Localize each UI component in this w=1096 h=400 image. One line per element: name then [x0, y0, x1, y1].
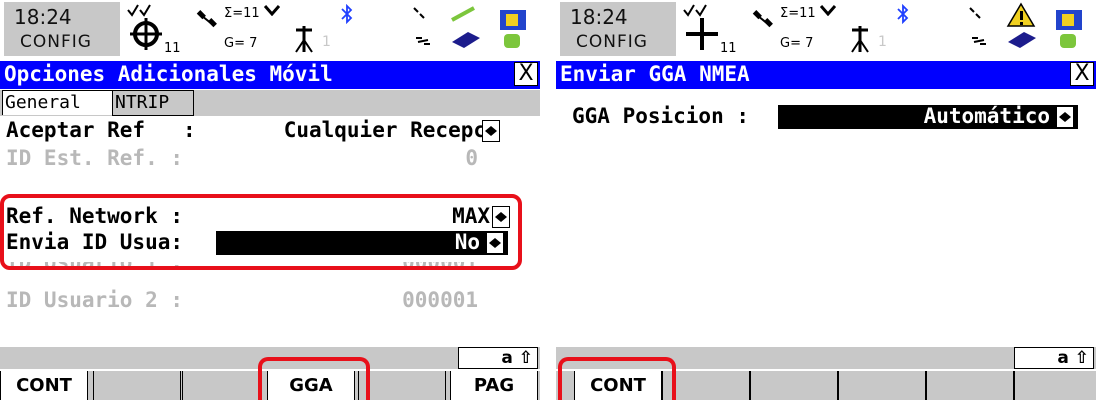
satellite-icon [196, 10, 217, 28]
warning-icon [1006, 2, 1036, 27]
close-button[interactable]: X [1070, 62, 1094, 86]
f1-cont-button[interactable]: CONT [0, 371, 88, 400]
sat-sum: Σ=11 [224, 6, 260, 21]
glonass-count: G= 7 [224, 36, 258, 51]
field-accept-ref[interactable]: Aceptar Ref : Cualquier Recepc [0, 118, 540, 144]
time-mode-box: 18:24 CONFIG [560, 2, 676, 56]
highlight-cont-frame [558, 357, 676, 400]
link-icon [820, 5, 836, 16]
f2-button[interactable] [93, 371, 181, 400]
mode-label: CONFIG [576, 32, 648, 52]
left-screen: 18:24 CONFIG 11 Σ=11 G= 7 1 Opciones Adi… [0, 0, 540, 400]
field-value: 0 [465, 146, 478, 170]
tab-general[interactable]: General [2, 90, 116, 115]
status-bar: 18:24 CONFIG 11 Σ=11 G= 7 1 [0, 0, 540, 58]
bluetooth-icon [897, 4, 909, 24]
antenna-icon [295, 26, 313, 53]
sat-sum: Σ=11 [780, 6, 816, 21]
highlight-gga-frame [258, 357, 370, 400]
title-bar: Enviar GGA NMEA [556, 61, 1096, 89]
field-label: Aceptar Ref : [6, 118, 196, 142]
highlight-frame [0, 194, 522, 270]
device-icon [1008, 32, 1036, 48]
f3-button[interactable] [182, 371, 270, 400]
page-title: Opciones Adicionales Móvil [4, 62, 333, 86]
pen-icon [451, 6, 475, 22]
device-icon [452, 32, 480, 48]
field-value: 000001 [402, 288, 478, 312]
f5-button[interactable] [358, 371, 446, 400]
clock: 18:24 [14, 5, 72, 29]
f6-pag-button[interactable]: PAG [450, 371, 538, 400]
link-status-icon [416, 37, 430, 45]
rtk-count: 1 [878, 34, 887, 50]
f3-button[interactable] [750, 371, 838, 400]
battery-icon [500, 10, 526, 48]
toggle-arrows-icon[interactable] [482, 120, 500, 142]
fkey-label: CONT [16, 375, 72, 396]
status-bar: 18:24 CONFIG 11 Σ=11 G= 7 1 [556, 0, 1096, 58]
field-value: Cualquier Recepc [283, 118, 486, 142]
close-button[interactable]: X [514, 62, 538, 86]
page-title: Enviar GGA NMEA [560, 62, 750, 86]
title-bar: Opciones Adicionales Móvil [0, 61, 540, 89]
f6-button[interactable] [1014, 371, 1096, 400]
radio-icon [413, 7, 425, 19]
f5-button[interactable] [926, 371, 1014, 400]
field-label: ID Usuario 2 : [6, 288, 184, 312]
gps-count: 11 [720, 41, 737, 56]
link-status-icon [972, 37, 986, 45]
shift-indicator: a ⇧ [458, 347, 538, 369]
tab-bar: General NTRIP [0, 90, 540, 116]
fkey-label: PAG [473, 375, 515, 396]
field-value: Automático [923, 104, 1050, 128]
glonass-count: G= 7 [780, 36, 814, 51]
link-icon [264, 5, 280, 16]
selected-value-box[interactable]: Automático [778, 104, 1078, 129]
tab-ntrip[interactable]: NTRIP [112, 90, 194, 116]
toggle-arrows-icon[interactable] [1056, 106, 1074, 128]
field-label: GGA Posicion : [572, 104, 750, 128]
field-gga-position[interactable]: GGA Posicion : Automático [556, 104, 1096, 130]
radio-icon [969, 7, 981, 19]
position-icon[interactable]: 11 [682, 2, 760, 56]
field-label: ID Est. Ref. : [6, 146, 184, 170]
gps-count: 11 [164, 41, 181, 56]
rtk-count: 1 [322, 34, 331, 50]
right-screen: 18:24 CONFIG 11 Σ=11 G= 7 1 Enviar GGA N… [556, 0, 1096, 400]
f4-button[interactable] [838, 371, 926, 400]
clock: 18:24 [570, 5, 628, 29]
mode-label: CONFIG [20, 32, 92, 52]
satellite-icon [752, 10, 773, 28]
shift-indicator: a ⇧ [1014, 347, 1094, 369]
antenna-icon [851, 26, 869, 53]
field-ref-station-id: ID Est. Ref. : 0 [0, 146, 540, 172]
time-mode-box: 18:24 CONFIG [4, 2, 120, 56]
field-user-id-2: ID Usuario 2 : 000001 [0, 288, 540, 314]
position-icon[interactable]: 11 [126, 2, 204, 56]
battery-icon [1056, 10, 1082, 48]
bluetooth-icon [341, 4, 353, 24]
